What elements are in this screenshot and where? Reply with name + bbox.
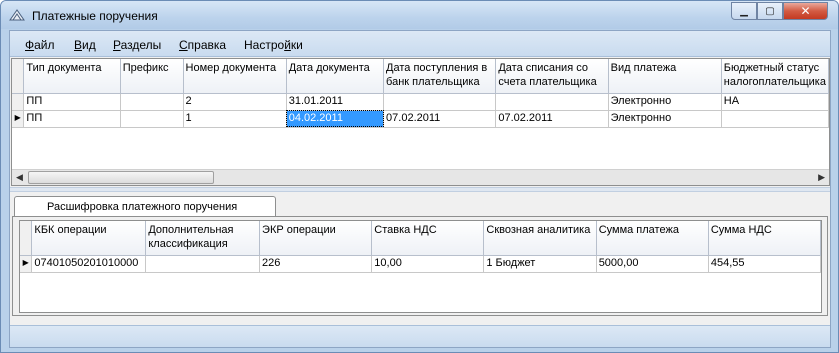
minimize-button[interactable]: ▁	[731, 2, 757, 20]
horizontal-scrollbar[interactable]: ◀ ▶	[12, 169, 829, 185]
column-header[interactable]: Номер документа	[183, 59, 287, 94]
payment-orders-grid: Тип документа Префикс Номер документа Да…	[11, 58, 830, 186]
menu-sections[interactable]: Разделы	[113, 38, 161, 52]
table-cell[interactable]	[120, 110, 184, 128]
table-cell[interactable]: 07.02.2011	[495, 110, 609, 128]
table-cell[interactable]: 07401050201010000	[31, 255, 147, 273]
menu-settings[interactable]: Настройки	[244, 38, 303, 52]
splitter[interactable]	[10, 187, 830, 192]
table-cell[interactable]: 1	[183, 110, 287, 128]
column-header[interactable]: КБК операции	[31, 221, 147, 256]
minimize-icon: ▁	[740, 5, 748, 17]
table-cell[interactable]: Электронно	[608, 93, 722, 111]
menu-bar: Файл Вид Разделы Справка Настройки	[10, 31, 830, 57]
table-cell[interactable]	[495, 93, 609, 111]
maximize-button[interactable]: ▢	[757, 2, 783, 20]
column-header[interactable]: Сумма платежа	[596, 221, 709, 256]
column-header[interactable]: Вид платежа	[608, 59, 722, 94]
table-cell[interactable]: 31.01.2011	[286, 93, 385, 111]
status-bar	[10, 325, 830, 347]
column-header[interactable]: Тип документа	[23, 59, 121, 94]
menu-view[interactable]: Вид	[74, 38, 96, 52]
tab-payment-details[interactable]: Расшифровка платежного поручения	[14, 196, 276, 218]
column-header[interactable]: Сквозная аналитика	[483, 221, 597, 256]
table-row-current[interactable]: ▶ ПП 1 04.02.2011 07.02.2011 07.02.2011 …	[12, 110, 829, 128]
table-cell[interactable]: 1 Бюджет	[483, 255, 597, 273]
scrollbar-thumb[interactable]	[28, 171, 214, 184]
menu-file[interactable]: Файл	[25, 38, 55, 52]
menu-help[interactable]: Справка	[179, 38, 226, 52]
row-indicator[interactable]	[12, 93, 25, 111]
details-grid: КБК операции Дополнительная классификаци…	[19, 220, 822, 313]
table-cell[interactable]: 07.02.2011	[383, 110, 497, 128]
row-indicator-header	[20, 221, 33, 256]
current-row-arrow-icon[interactable]: ▶	[20, 255, 33, 273]
maximize-icon: ▢	[765, 5, 775, 17]
table-row[interactable]: ПП 2 31.01.2011 Электронно НА	[12, 93, 829, 111]
details-header-row: КБК операции Дополнительная классификаци…	[20, 221, 821, 256]
app-icon	[9, 9, 25, 21]
table-cell[interactable]: 10,00	[371, 255, 485, 273]
detail-tabs: Расшифровка платежного поручения	[10, 193, 830, 218]
column-header[interactable]: Дата списания со счета плательщика	[495, 59, 609, 94]
close-button[interactable]: ✕	[783, 2, 828, 20]
main-area: Файл Вид Разделы Справка Настройки Тип д…	[9, 30, 831, 348]
table-cell[interactable]	[120, 93, 184, 111]
title-bar[interactable]: Платежные поручения ▁ ▢ ✕	[1, 1, 838, 29]
table-cell[interactable]: Электронно	[608, 110, 722, 128]
scroll-right-icon[interactable]: ▶	[818, 172, 825, 183]
table-cell[interactable]: 454,55	[708, 255, 821, 273]
table-cell[interactable]	[721, 110, 829, 128]
table-cell[interactable]: ПП	[23, 93, 121, 111]
selected-cell[interactable]: 04.02.2011	[286, 110, 385, 128]
table-cell[interactable]: ПП	[23, 110, 121, 128]
column-header[interactable]: ЭКР операции	[259, 221, 373, 256]
scroll-left-icon[interactable]: ◀	[16, 172, 23, 183]
current-row-arrow-icon[interactable]: ▶	[12, 110, 25, 128]
table-cell[interactable]: 226	[259, 255, 373, 273]
table-cell[interactable]	[145, 255, 261, 273]
column-header[interactable]: Сумма НДС	[708, 221, 821, 256]
table-row-current[interactable]: ▶ 07401050201010000 226 10,00 1 Бюджет 5…	[20, 255, 821, 273]
close-icon: ✕	[800, 4, 811, 18]
table-cell[interactable]	[383, 93, 497, 111]
column-header[interactable]: Бюджетный статус налогоплательщика	[721, 59, 829, 94]
column-header[interactable]: Дополнительная классификация	[145, 221, 261, 256]
row-indicator-header	[12, 59, 25, 94]
column-header[interactable]: Дата документа	[286, 59, 385, 94]
table-cell[interactable]: 2	[183, 93, 287, 111]
column-header[interactable]: Ставка НДС	[371, 221, 485, 256]
column-header[interactable]: Префикс	[120, 59, 184, 94]
window-title: Платежные поручения	[32, 9, 158, 23]
orders-header-row: Тип документа Префикс Номер документа Да…	[12, 59, 829, 94]
column-header[interactable]: Дата поступления в банк плательщика	[383, 59, 497, 94]
app-window: Платежные поручения ▁ ▢ ✕ Файл Вид Разде…	[0, 0, 839, 353]
table-cell[interactable]: 5000,00	[596, 255, 709, 273]
tab-panel: КБК операции Дополнительная классификаци…	[12, 216, 828, 316]
table-cell[interactable]: НА	[721, 93, 829, 111]
